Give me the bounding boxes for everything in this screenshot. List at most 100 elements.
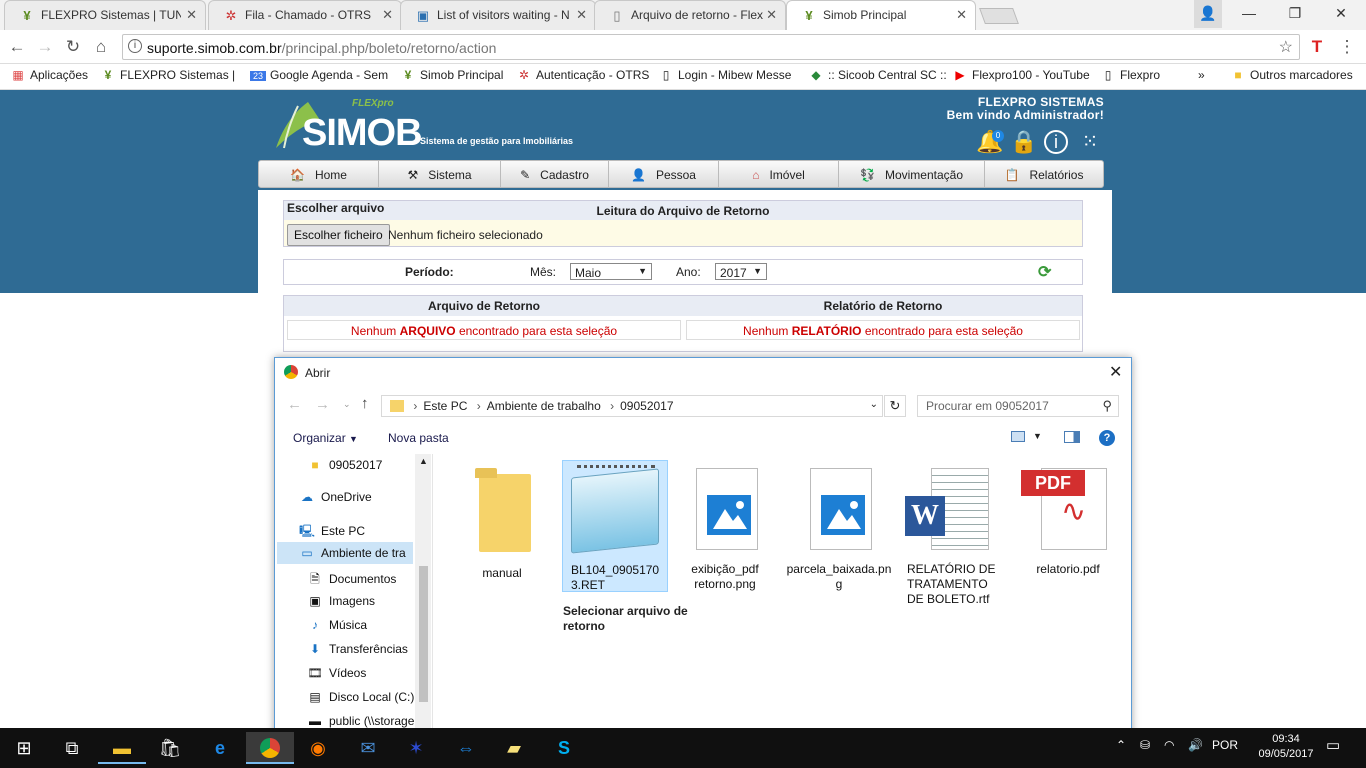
menu-item-home[interactable]: 🏠 Home	[259, 161, 379, 188]
lock-icon[interactable]: 🔒	[1010, 128, 1038, 156]
recent-locations-icon[interactable]: ⌄	[343, 399, 351, 410]
restore-button[interactable]: ❐	[1272, 0, 1318, 28]
nav-item[interactable]: 🗎 Documentos	[307, 570, 396, 591]
search-input[interactable]: Procurar em 09052017 ⚲	[917, 395, 1119, 417]
back-icon[interactable]: ←	[287, 396, 302, 413]
close-icon[interactable]: ✕	[576, 7, 587, 23]
bookmark-item[interactable]: ¥ Simob Principal	[400, 68, 504, 82]
grid-menu-icon[interactable]: ⁙	[1076, 128, 1104, 156]
volume-icon[interactable]: 🔊	[1188, 738, 1203, 752]
organize-button[interactable]: Organizar ▼	[293, 431, 358, 445]
app-icon[interactable]: ✶	[392, 732, 440, 764]
task-view-icon[interactable]: ⧉	[48, 732, 96, 764]
nav-item[interactable]: ♪ Música	[307, 618, 367, 632]
browser-tab[interactable]: ▯ Arquivo de retorno - Flex ✕	[594, 0, 786, 30]
new-folder-button[interactable]: Nova pasta	[388, 431, 449, 445]
address-bar[interactable]: i suporte.simob.com.br/principal.php/bol…	[122, 34, 1300, 60]
view-icon[interactable]	[1011, 431, 1025, 442]
menu-icon[interactable]: ⋮	[1336, 37, 1358, 57]
menu-item-pessoa[interactable]: 👤 Pessoa	[609, 161, 719, 188]
help-icon[interactable]: ?	[1099, 430, 1115, 446]
network-icon[interactable]: ⛁	[1140, 738, 1150, 752]
window-close-button[interactable]: ✕	[1318, 0, 1364, 28]
file-item[interactable]: parcela_baixada.png	[786, 460, 892, 592]
close-icon[interactable]: ✕	[186, 7, 197, 23]
refresh-icon[interactable]: ↻	[884, 395, 906, 417]
teamviewer-icon[interactable]: ⇔	[442, 732, 490, 764]
minimize-button[interactable]: —	[1226, 0, 1272, 28]
new-tab-button[interactable]	[979, 8, 1019, 24]
extension-icon[interactable]: T	[1306, 37, 1328, 57]
menu-item-imovel[interactable]: ⌂ Imóvel	[719, 161, 839, 188]
forward-icon[interactable]: →	[315, 396, 330, 413]
scroll-up-icon[interactable]: ▲	[419, 456, 428, 466]
menu-item-cadastro[interactable]: ✎ Cadastro	[501, 161, 609, 188]
close-icon[interactable]: ✕	[1109, 362, 1122, 382]
info-icon[interactable]: i	[1044, 130, 1068, 154]
ano-select[interactable]: 2017 ▼	[715, 263, 767, 280]
bookmark-item[interactable]: ¥ FLEXPRO Sistemas | TU	[100, 68, 238, 82]
refresh-icon[interactable]: ⟳	[1038, 262, 1051, 282]
wifi-icon[interactable]: ◠	[1164, 738, 1174, 752]
nav-item[interactable]: 🎞 Vídeos	[307, 666, 366, 680]
nav-item[interactable]: ▬ public (\\storage	[307, 714, 414, 728]
notification-center-icon[interactable]: ▭	[1326, 736, 1340, 754]
scrollbar-thumb[interactable]	[419, 566, 428, 702]
chevron-up-icon[interactable]: ⌃	[1116, 738, 1126, 752]
chevron-down-icon[interactable]: ▼	[1033, 431, 1042, 441]
breadcrumb-item[interactable]: 09052017	[620, 399, 673, 413]
home-icon[interactable]: ⌂	[90, 37, 112, 57]
close-icon[interactable]: ✕	[382, 7, 393, 23]
more-bookmarks-icon[interactable]: »	[1198, 68, 1205, 82]
browser-tab-active[interactable]: ¥ Simob Principal ✕	[786, 0, 976, 30]
file-item-selected[interactable]: BL104_09051703.RET	[562, 460, 668, 592]
sticky-notes-icon[interactable]: ▰	[490, 732, 538, 764]
browser-tab[interactable]: ▣ List of visitors waiting - N ✕	[400, 0, 596, 30]
bookmark-item[interactable]: ✲ Autenticação - OTRS	[516, 68, 649, 82]
edge-icon[interactable]: e	[196, 732, 244, 764]
thunderbird-icon[interactable]: ✉	[344, 732, 392, 764]
nav-item[interactable]: ▣ Imagens	[307, 594, 375, 608]
language-indicator[interactable]: POR	[1212, 738, 1238, 752]
menu-item-movimentacao[interactable]: 💱 Movimentação	[839, 161, 985, 188]
simob-logo[interactable]: SIMOB FLEXpro Sistema de gestão para Imo…	[268, 96, 588, 156]
clock[interactable]: 09:34 09/05/2017	[1254, 732, 1318, 762]
bookmark-item[interactable]: ▶ Flexpro100 - YouTube	[952, 68, 1089, 82]
firefox-icon[interactable]: ◉	[294, 732, 342, 764]
preview-pane-icon[interactable]	[1064, 431, 1080, 443]
nav-item[interactable]: 🖳 Este PC	[299, 522, 365, 543]
breadcrumb[interactable]: › Este PC › Ambiente de trabalho › 09052017…	[381, 395, 883, 417]
chevron-down-icon[interactable]: ⌄	[870, 399, 878, 410]
chrome-icon[interactable]	[246, 732, 294, 764]
bookmark-item[interactable]: ■ Outros marcadores	[1230, 68, 1352, 82]
file-item[interactable]: PDF ∿ relatorio.pdf	[1015, 460, 1121, 577]
nav-item[interactable]: ☁ OneDrive	[299, 490, 372, 504]
star-icon[interactable]: ☆	[1279, 37, 1293, 57]
menu-item-sistema[interactable]: ⚒ Sistema	[379, 161, 501, 188]
up-icon[interactable]: ↑	[361, 395, 369, 412]
choose-file-button[interactable]: Escolher ficheiro	[287, 224, 390, 246]
user-icon[interactable]: 👤	[1194, 0, 1222, 28]
bookmark-item[interactable]: ▯ Flexpro	[1100, 68, 1160, 82]
windows-start-icon[interactable]: ⊞	[0, 732, 48, 764]
nav-item[interactable]: ▤ Disco Local (C:)	[307, 690, 414, 704]
skype-icon[interactable]: S	[540, 732, 588, 764]
menu-item-relatorios[interactable]: 📋 Relatórios	[985, 161, 1103, 188]
back-icon[interactable]: ←	[6, 37, 28, 57]
reload-icon[interactable]: ↻	[62, 37, 84, 57]
file-item[interactable]: manual	[449, 460, 555, 581]
store-icon[interactable]: 🛍	[146, 732, 194, 764]
nav-item[interactable]: ■ 09052017	[307, 458, 382, 472]
breadcrumb-item[interactable]: Ambiente de trabalho	[487, 399, 601, 413]
bookmark-item[interactable]: ◆:: Sicoob Central SC ::	[808, 68, 946, 82]
mes-select[interactable]: Maio ▼	[570, 263, 652, 280]
bookmark-item[interactable]: ▯ Login - Mibew Messe	[658, 68, 796, 82]
browser-tab[interactable]: ¥ FLEXPRO Sistemas | TUN ✕	[4, 0, 206, 30]
bookmark-item[interactable]: ▦ Aplicações	[10, 68, 88, 82]
bookmark-item[interactable]: 23 Google Agenda - Sem	[250, 68, 388, 82]
forward-icon[interactable]: →	[34, 37, 56, 57]
file-item[interactable]: W RELATÓRIO DE TRATAMENTO DE BOLETO.rtf	[901, 460, 1007, 607]
breadcrumb-item[interactable]: Este PC	[423, 399, 467, 413]
file-explorer-icon[interactable]: ▬	[98, 732, 146, 764]
file-item[interactable]: exibição_pdf retorno.png	[672, 460, 778, 592]
